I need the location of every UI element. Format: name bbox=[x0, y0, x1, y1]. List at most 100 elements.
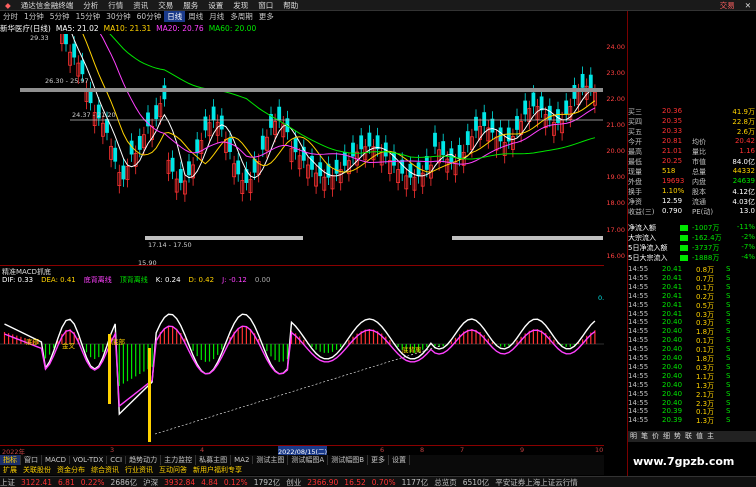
tick-price: 20.41 bbox=[662, 291, 683, 300]
quote-value: 20.35 bbox=[662, 117, 683, 125]
tick-price: 20.40 bbox=[662, 336, 683, 345]
tick-time: 14:55 bbox=[628, 371, 649, 380]
signal-bar bbox=[108, 334, 111, 404]
close-icon[interactable]: ✕ bbox=[740, 1, 756, 10]
indicator-tab[interactable]: 测试幅图B bbox=[328, 455, 369, 465]
period-tab[interactable]: 日线 bbox=[164, 11, 186, 22]
extension-tab[interactable]: 行业资讯 bbox=[122, 465, 156, 475]
price-tick: 18.00 bbox=[606, 199, 625, 208]
period-tab[interactable]: 5分钟 bbox=[47, 11, 73, 22]
menu-item[interactable]: 交易 bbox=[153, 0, 178, 11]
extension-tab[interactable]: 关联股份 bbox=[20, 465, 54, 475]
status-value: 2366.90 bbox=[307, 477, 339, 487]
candle-body bbox=[424, 156, 429, 170]
quote-label: 均价 bbox=[692, 138, 706, 146]
extension-tab[interactable]: 资金分布 bbox=[54, 465, 88, 475]
indicator-tab[interactable]: 主力监控 bbox=[161, 455, 197, 465]
tick-price: 20.40 bbox=[662, 354, 683, 362]
indicator-tab[interactable]: 测试主图 bbox=[253, 455, 289, 465]
menu-item[interactable]: 行情 bbox=[103, 0, 128, 11]
support-band bbox=[145, 236, 303, 240]
dif-line bbox=[4, 313, 596, 416]
tick-price: 20.41 bbox=[662, 282, 683, 291]
panel-tab[interactable]: 细 bbox=[661, 432, 672, 440]
kline-chart[interactable]: 29.33 26.30 - 25.97 24.37 - 21.20 17.14 - 1… bbox=[0, 0, 604, 267]
flow-label: 5日净流入额 bbox=[628, 244, 668, 252]
menu-item[interactable]: 帮助 bbox=[278, 0, 303, 11]
extension-tab[interactable]: 互动问答 bbox=[156, 465, 190, 475]
indicator-tab[interactable]: MA2 bbox=[231, 456, 254, 464]
candle-body bbox=[392, 151, 396, 166]
indicator-tab[interactable]: VOL-TDX bbox=[70, 456, 108, 464]
candle-body bbox=[351, 142, 355, 157]
tick-direction: S bbox=[726, 416, 731, 425]
quote-value: 24639 bbox=[732, 177, 755, 185]
panel-tab[interactable]: 联 bbox=[683, 432, 694, 440]
indicator-tab[interactable]: 设置 bbox=[389, 455, 411, 465]
extension-tab[interactable]: 扩展 bbox=[0, 465, 20, 475]
period-tab[interactable]: 30分钟 bbox=[103, 11, 134, 22]
menu-item[interactable]: 窗口 bbox=[253, 0, 278, 11]
panel-tab[interactable]: 势 bbox=[672, 432, 683, 440]
status-value: 4.84 bbox=[201, 477, 218, 487]
macd-chart[interactable]: 底部 底部 金叉 底背离 0.82 bbox=[0, 284, 612, 445]
tick-direction: S bbox=[726, 345, 731, 354]
extension-tab[interactable]: 新用户福利专享 bbox=[190, 465, 245, 475]
menu-item[interactable]: 分析 bbox=[78, 0, 103, 11]
menu-item[interactable]: 服务 bbox=[178, 0, 203, 11]
period-tab[interactable]: 1分钟 bbox=[21, 11, 47, 22]
period-tab[interactable]: 更多 bbox=[256, 11, 277, 22]
panel-tab[interactable]: 值 bbox=[694, 432, 705, 440]
quote-value: 12.59 bbox=[662, 197, 683, 205]
support-band bbox=[452, 236, 603, 240]
trading-terminal: ◆ 通达信金融终端 分析 行情 资讯 交易 服务 设置 发现 窗口 帮助 交易 ✕ 分时 1分钟 5分钟 15… bbox=[0, 0, 756, 487]
period-tab[interactable]: 周线 bbox=[185, 11, 206, 22]
extension-tab[interactable]: 综合资讯 bbox=[88, 465, 122, 475]
indicator-tab[interactable]: 私募主图 bbox=[196, 455, 232, 465]
quote-label: 内盘 bbox=[692, 178, 706, 186]
tick-direction: S bbox=[726, 354, 731, 362]
quote-label: 流通 bbox=[692, 198, 706, 206]
trade-button[interactable]: 交易 bbox=[715, 0, 740, 11]
extension-tabs: 扩展 关联股份 资金分布 综合资讯 行业资讯 互动问答 新用户福利专享 bbox=[0, 465, 604, 475]
indicator-tab[interactable]: 更多 bbox=[368, 455, 390, 465]
indicator-tab[interactable]: CCI bbox=[107, 456, 127, 464]
period-tab[interactable]: 多周期 bbox=[227, 11, 256, 22]
indicator-value: J: -0.12 bbox=[222, 276, 247, 284]
period-tab[interactable]: 月线 bbox=[206, 11, 227, 22]
candle-body bbox=[64, 30, 68, 45]
indicator-tab[interactable]: 趋势动力 bbox=[126, 455, 162, 465]
candle-body bbox=[137, 135, 142, 150]
date-tick: 8 bbox=[420, 446, 425, 454]
flow-value: -1007万 bbox=[692, 224, 720, 232]
menu-item[interactable]: 设置 bbox=[203, 0, 228, 11]
candle-body bbox=[113, 147, 118, 162]
menu-item[interactable]: 发现 bbox=[228, 0, 253, 11]
panel-tab[interactable]: 主 bbox=[705, 432, 716, 440]
panel-tab[interactable]: 明 bbox=[628, 432, 639, 440]
status-value: 上证 bbox=[0, 477, 15, 487]
panel-tab[interactable]: 价 bbox=[650, 432, 661, 440]
status-value: 创业 bbox=[286, 477, 302, 487]
quote-label: 今开 bbox=[628, 138, 642, 146]
panel-tab[interactable]: 笔 bbox=[639, 432, 650, 440]
chart-annotation: 24.37 - 21.20 bbox=[72, 111, 116, 119]
period-tab[interactable]: 60分钟 bbox=[134, 11, 165, 22]
candle-body bbox=[433, 132, 437, 147]
indicator-tab[interactable]: 测试幅图A bbox=[288, 455, 329, 465]
indicator-tab[interactable]: 指标 bbox=[0, 455, 21, 465]
status-value: 0.12% bbox=[223, 477, 248, 487]
tick-price: 20.39 bbox=[662, 407, 683, 416]
candle-body bbox=[359, 135, 364, 150]
indicator-tab[interactable]: 窗口 bbox=[21, 455, 42, 465]
tick-price: 20.41 bbox=[662, 300, 683, 309]
candle-body bbox=[219, 115, 224, 130]
indicator-tab[interactable]: MACD bbox=[42, 456, 70, 464]
candle-body bbox=[556, 109, 560, 124]
quote-row: 净资 12.59 流通 4.03亿 bbox=[628, 197, 756, 207]
period-tab[interactable]: 15分钟 bbox=[73, 11, 104, 22]
app-logo-icon: ◆ bbox=[5, 0, 11, 10]
menu-item[interactable]: 资讯 bbox=[128, 0, 153, 11]
indicator-value: DEA: 0.41 bbox=[41, 276, 76, 284]
period-tab[interactable]: 分时 bbox=[0, 11, 21, 22]
